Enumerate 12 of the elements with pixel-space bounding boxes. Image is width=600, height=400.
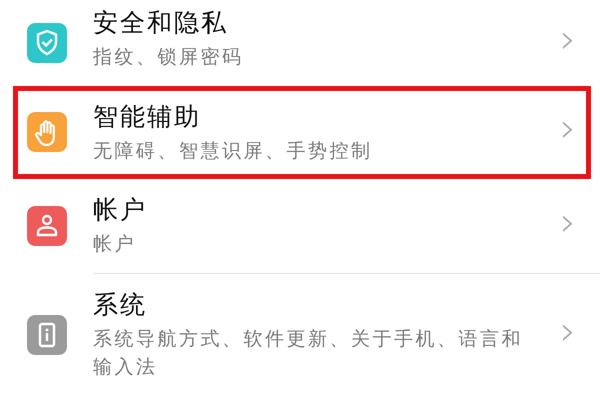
- item-title: 帐户: [93, 194, 147, 226]
- item-title: 系统: [93, 288, 147, 320]
- item-subtitle: 无障碍、智慧识屏、手势控制: [93, 138, 372, 164]
- item-subtitle: 系统导航方式、软件更新、关于手机、语言和输入法: [93, 326, 524, 380]
- chevron-icon[interactable]: ›: [560, 200, 576, 246]
- item-title: 智能辅助: [93, 100, 201, 132]
- chevron-icon[interactable]: ›: [560, 106, 576, 152]
- item-subtitle: 指纹、锁屏密码: [93, 45, 244, 70]
- item-title: 安全和隐私: [93, 7, 228, 39]
- chevron-icon[interactable]: ›: [560, 308, 576, 354]
- item-subtitle: 帐户: [93, 232, 136, 257]
- chevron-icon[interactable]: ›: [560, 16, 576, 62]
